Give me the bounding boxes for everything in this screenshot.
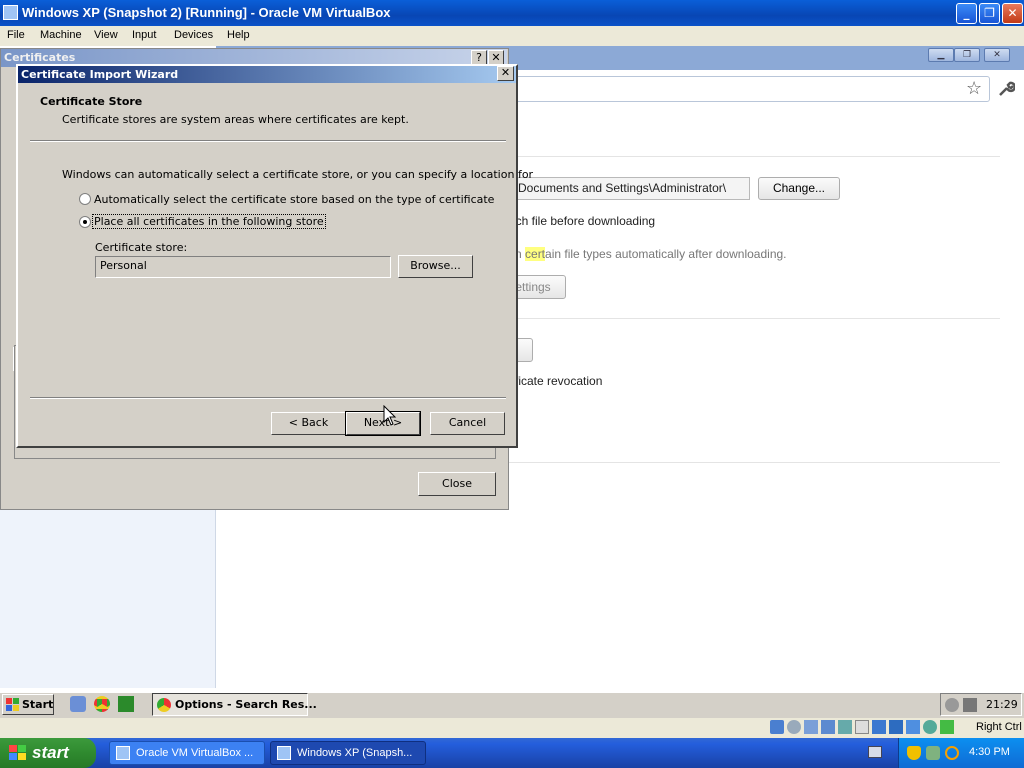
wrench-icon[interactable] (997, 80, 1017, 98)
cancel-button[interactable]: Cancel (430, 412, 505, 435)
menu-file[interactable]: File (7, 29, 25, 41)
help-button[interactable]: ? (471, 50, 487, 65)
mouse-cursor-icon (383, 404, 399, 427)
browse-button[interactable]: Browse... (398, 255, 473, 278)
menu-input[interactable]: Input (132, 29, 156, 41)
download-location-field[interactable]: Documents and Settings\Administrator\ (509, 177, 750, 200)
virtualbox-vm-icon (277, 746, 291, 760)
options-sidebar (0, 508, 216, 688)
host-key-label: Right Ctrl (976, 721, 1022, 733)
wizard-close-x[interactable]: ✕ (497, 66, 514, 81)
windows-flag-icon (6, 698, 20, 712)
certificates-close-x[interactable]: ✕ (488, 50, 504, 65)
menu-machine[interactable]: Machine (40, 29, 82, 41)
close-button[interactable]: ✕ (1002, 3, 1023, 24)
wizard-title-bar[interactable]: Certificate Import Wizard (18, 66, 516, 83)
xp-task-virtualbox[interactable]: Oracle VM VirtualBox ... (109, 741, 265, 765)
certificates-title: Certificates (4, 51, 76, 64)
harddisk-icon[interactable] (770, 720, 784, 734)
address-bar[interactable] (508, 76, 990, 102)
optical-drive-icon[interactable] (787, 720, 801, 734)
cpu-icon[interactable] (906, 720, 920, 734)
footer-divider (30, 397, 506, 399)
browser-close-button[interactable]: ✕ (984, 48, 1010, 62)
menu-devices[interactable]: Devices (174, 29, 213, 41)
change-button[interactable]: Change... (758, 177, 840, 200)
guest-start-button[interactable]: Start (2, 694, 54, 715)
vbox-tray-icon[interactable] (963, 698, 977, 712)
chrome-quicklaunch-icon[interactable] (94, 696, 110, 712)
language-bar-icon[interactable] (868, 746, 882, 758)
security-shield-icon[interactable] (907, 746, 921, 760)
certificate-revocation-label: ficate revocation (515, 374, 603, 388)
search-highlight: cert (525, 247, 546, 261)
menu-help[interactable]: Help (227, 29, 250, 41)
host-notification-area: 4:30 PM (898, 738, 1024, 768)
host-title-bar[interactable]: Windows XP (Snapshot 2) [Running] - Orac… (0, 0, 1024, 26)
auto-select-radio[interactable] (79, 193, 91, 205)
mouse-integration-icon[interactable] (923, 720, 937, 734)
certificate-store-field: Personal (95, 256, 391, 278)
virtualbox-icon (116, 746, 130, 760)
show-desktop-icon[interactable] (118, 696, 134, 712)
place-in-store-radio[interactable] (79, 216, 91, 228)
guest-clock: 21:29 (986, 698, 1018, 711)
browser-minimize-button[interactable]: ▁ (928, 48, 954, 62)
auto-select-label[interactable]: Automatically select the certificate sto… (94, 193, 494, 206)
virtualbox-icon (3, 5, 18, 20)
network-adapter-icon[interactable] (821, 720, 835, 734)
host-window-title: Windows XP (Snapshot 2) [Running] - Orac… (22, 5, 391, 20)
video-capture-icon[interactable] (889, 720, 903, 734)
header-divider (30, 140, 506, 142)
place-in-store-label[interactable]: Place all certificates in the following … (92, 214, 326, 229)
xp-start-button[interactable]: start (0, 738, 96, 768)
display-icon[interactable] (872, 720, 886, 734)
usb-icon[interactable] (838, 720, 852, 734)
shared-folder-icon[interactable] (855, 720, 869, 734)
browser-restore-button[interactable]: ❐ (954, 48, 980, 62)
back-button[interactable]: < Back (271, 412, 346, 435)
guest-tray: 21:29 (940, 693, 1022, 716)
search-icon[interactable] (945, 746, 959, 760)
menu-view[interactable]: View (94, 29, 118, 41)
restore-button[interactable]: ❐ (979, 3, 1000, 24)
floppy-icon[interactable] (804, 720, 818, 734)
vm-device-icons (770, 720, 970, 736)
minimize-button[interactable]: _ (956, 3, 977, 24)
auto-open-label: n certain file types automatically after… (515, 247, 787, 261)
guest-task-options[interactable]: Options - Search Res... (152, 693, 317, 716)
wizard-subheading: Certificate stores are system areas wher… (62, 113, 409, 126)
keyboard-capture-icon[interactable] (940, 720, 954, 734)
network-status-icon[interactable] (926, 746, 940, 760)
network-icon[interactable] (945, 698, 959, 712)
chrome-icon (157, 698, 171, 712)
wizard-title: Certificate Import Wizard (21, 68, 179, 81)
ask-where-to-save-label: ach file before downloading (509, 214, 656, 228)
wizard-intro-text: Windows can automatically select a certi… (62, 168, 534, 181)
xp-task-windows-xp[interactable]: Windows XP (Snapsh... (270, 741, 426, 765)
store-label: Certificate store: (95, 241, 188, 254)
star-icon[interactable]: ☆ (966, 78, 982, 99)
host-menu-bar: File Machine View Input Devices Help (0, 26, 1024, 46)
host-clock: 4:30 PM (969, 746, 1010, 758)
wizard-heading: Certificate Store (40, 95, 143, 108)
windows-logo-icon (9, 745, 27, 761)
certificates-close-button[interactable]: Close (418, 472, 496, 496)
ie-quicklaunch-icon[interactable] (70, 696, 86, 712)
